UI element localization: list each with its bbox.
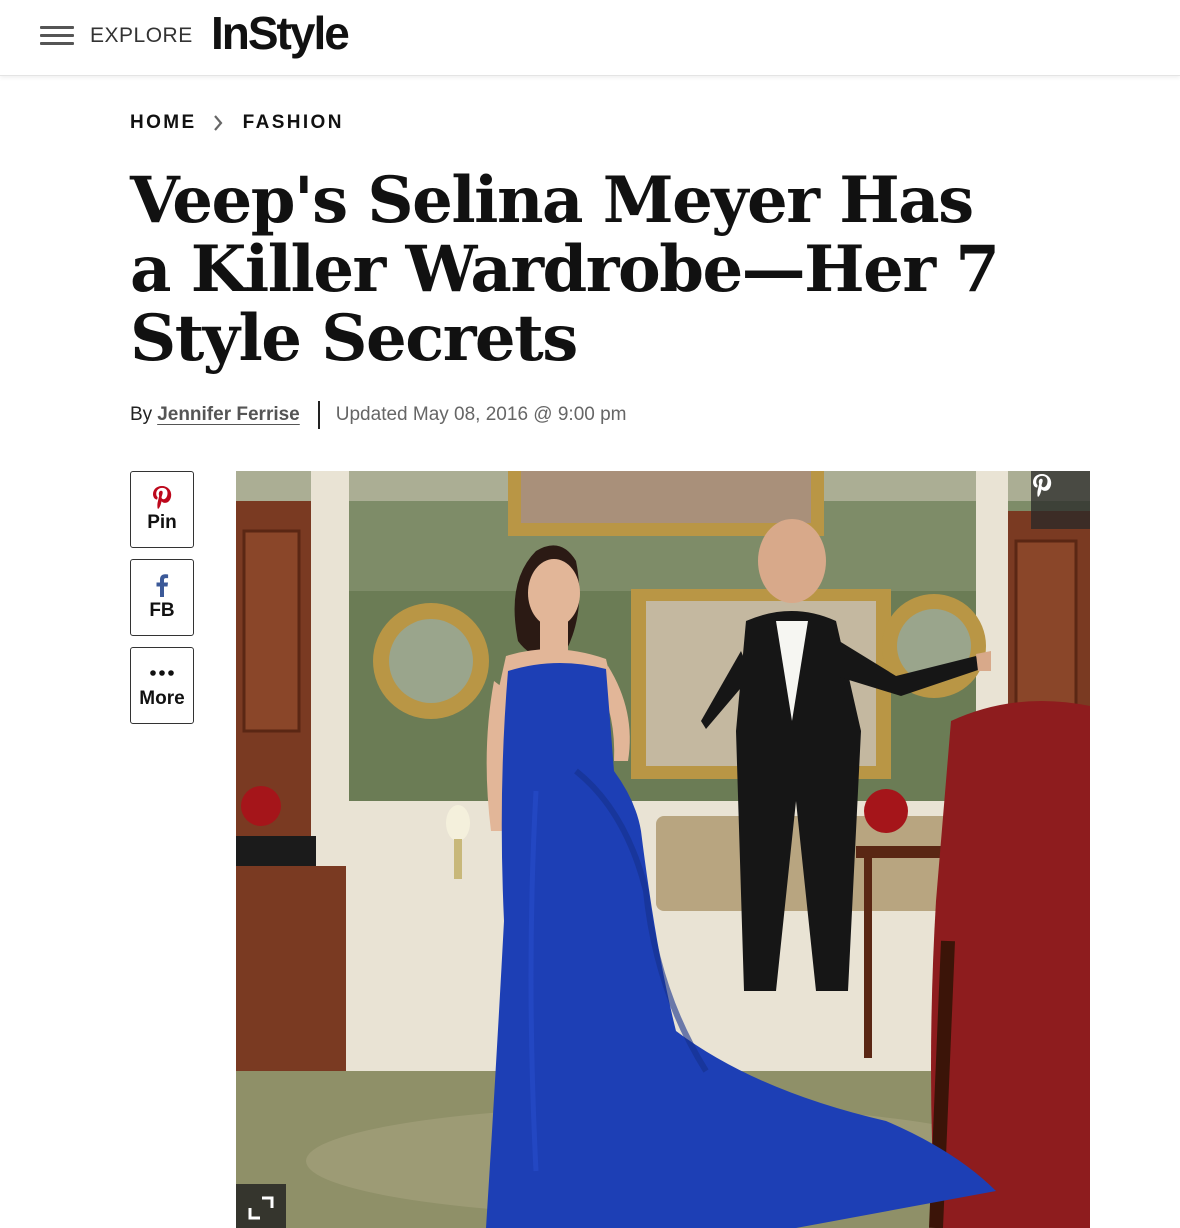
more-dots-icon <box>149 660 175 686</box>
fb-label: FB <box>149 600 175 621</box>
updated-date: Updated May 08, 2016 @ 9:00 pm <box>335 404 627 425</box>
breadcrumb-home-link[interactable]: HOME <box>130 112 197 134</box>
byline-divider <box>317 401 320 429</box>
expand-icon <box>248 1196 274 1220</box>
explore-menu-label[interactable]: EXPLORE <box>90 24 193 48</box>
breadcrumb: HOME FASHION <box>130 112 344 134</box>
more-share-button[interactable]: More <box>130 647 194 724</box>
article-byline: By Jennifer Ferrise Updated May 08, 2016… <box>130 401 627 429</box>
image-pin-button[interactable] <box>1031 471 1090 529</box>
hamburger-menu-icon[interactable] <box>40 24 74 48</box>
facebook-share-button[interactable]: FB <box>130 559 194 636</box>
article-title: Veep's Selina Meyer Has a Killer Wardrob… <box>130 163 1000 376</box>
site-logo[interactable]: InStyle <box>211 6 350 60</box>
hero-image <box>236 471 1090 1228</box>
breadcrumb-fashion-link[interactable]: FASHION <box>243 112 344 134</box>
hero-photo-illustration <box>236 471 1090 1228</box>
pinterest-overlay-icon <box>1033 474 1052 497</box>
pin-label: Pin <box>147 512 177 533</box>
author-link[interactable]: Jennifer Ferrise <box>157 404 300 426</box>
byline-prefix: By <box>130 404 153 425</box>
more-label: More <box>139 688 185 709</box>
site-header: EXPLORE InStyle <box>0 0 1180 76</box>
pin-share-button[interactable]: Pin <box>130 471 194 548</box>
chevron-right-icon <box>213 115 223 131</box>
expand-image-button[interactable] <box>236 1184 286 1228</box>
pinterest-icon <box>151 484 173 510</box>
facebook-icon <box>155 572 169 598</box>
